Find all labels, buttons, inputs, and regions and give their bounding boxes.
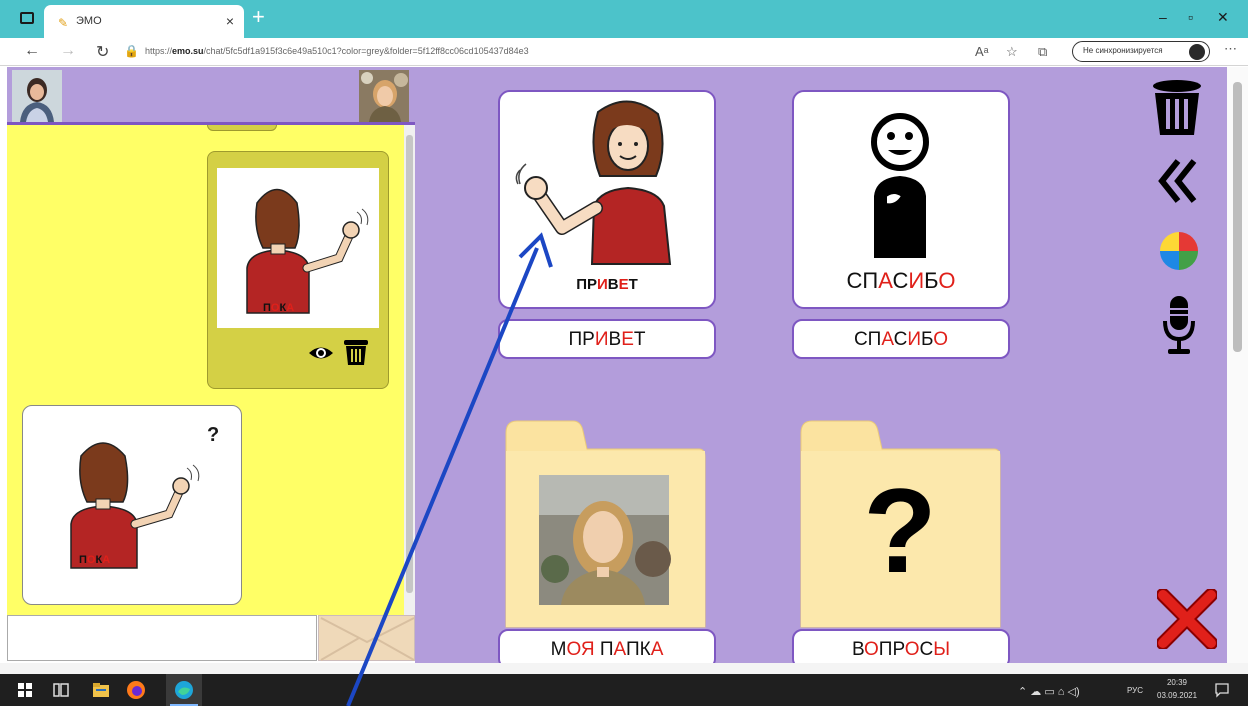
maximize-button[interactable]: ▫ <box>1188 9 1193 25</box>
caption-spasibo[interactable]: СПАСИБО <box>792 319 1010 359</box>
reload-icon[interactable]: ↻ <box>96 42 109 62</box>
firefox-icon[interactable] <box>125 679 147 701</box>
forward-icon[interactable]: → <box>60 42 76 60</box>
favorites-star-icon[interactable]: ☆ <box>1006 44 1018 60</box>
tab-close-icon[interactable]: × <box>226 13 234 29</box>
card-privet[interactable]: ПРИВЕТ <box>498 90 716 309</box>
received-card-label: ПОКА <box>79 554 111 566</box>
trash-icon[interactable] <box>1152 79 1202 137</box>
tab-title: ЭМО <box>76 15 102 27</box>
caption-spasibo-text: СПАСИБО <box>853 329 949 350</box>
send-button[interactable] <box>318 615 415 661</box>
task-view-icon[interactable] <box>50 679 72 701</box>
back-icon[interactable]: ← <box>24 42 40 60</box>
caption-privet-text: ПРИВЕТ <box>568 329 646 350</box>
girl-waving-back-pictogram <box>70 442 200 569</box>
symbol-board: ПРИВЕТ ПРИВЕТ СПАСИБО СПАСИБО МОЯ ПАПКА … <box>415 67 1227 664</box>
caption-my-folder-text: МОЯ ПАПКА <box>550 639 664 660</box>
caption-privet[interactable]: ПРИВЕТ <box>498 319 716 359</box>
chat-header <box>7 67 415 125</box>
collections-icon[interactable]: ⧉ <box>1038 44 1047 60</box>
double-chevron-left-icon[interactable] <box>1158 159 1198 203</box>
girl-waving-pictogram <box>515 100 672 265</box>
sent-message-bubble[interactable]: ПОКА <box>207 151 389 389</box>
start-icon[interactable] <box>14 679 36 701</box>
message-input[interactable] <box>7 615 317 661</box>
clock-date[interactable]: 03.09.2021 <box>1157 691 1197 700</box>
input-language[interactable]: РУС <box>1127 686 1143 695</box>
sync-status-button[interactable]: Не синхронизируется <box>1072 41 1210 62</box>
my-avatar[interactable] <box>12 70 62 122</box>
screen: ✎ ЭМО × + – ▫ ✕ ← → ↻ 🔒 https://emo.su/c… <box>0 0 1248 706</box>
sent-symbol-card: ПОКА <box>217 168 379 328</box>
clock-time[interactable]: 20:39 <box>1162 678 1192 687</box>
windows-taskbar: ⌃ ☁ ▭ ⌂ ◁) РУС 20:39 03.09.2021 <box>0 674 1248 706</box>
page-horizontal-scrollbar[interactable] <box>0 663 1248 674</box>
close-icon[interactable] <box>1157 589 1217 649</box>
address-bar: ← → ↻ 🔒 https://emo.su/chat/5fc5df1a915f… <box>0 38 1248 66</box>
color-wheel-icon[interactable] <box>1159 231 1199 271</box>
profile-avatar <box>1189 44 1205 60</box>
envelope-icon <box>320 617 415 661</box>
browser-tab-bar: ✎ ЭМО × + – ▫ ✕ <box>0 0 1248 38</box>
close-window-button[interactable]: ✕ <box>1217 9 1229 26</box>
site-favicon-icon: ✎ <box>58 16 69 30</box>
contact-avatar[interactable] <box>359 70 409 122</box>
chat-history[interactable]: ПОКА ? ПОКА <box>7 125 404 615</box>
tab-actions-icon[interactable] <box>20 12 34 24</box>
caption-questions[interactable]: ВОПРОСЫ <box>792 629 1010 664</box>
edge-taskbar-active[interactable] <box>166 674 202 706</box>
lock-icon[interactable]: 🔒 <box>124 44 139 58</box>
card-spasibo-label: СПАСИБО <box>846 268 956 293</box>
read-aloud-icon[interactable]: Aᵃ <box>975 44 989 59</box>
previous-message-bubble <box>207 125 277 131</box>
trash-icon[interactable] <box>343 338 369 366</box>
board-scrollbar[interactable] <box>1227 67 1248 664</box>
folder-my-folder[interactable] <box>503 419 707 629</box>
new-tab-button[interactable]: + <box>252 6 265 28</box>
chat-scrollbar[interactable] <box>404 125 415 615</box>
girl-waving-back-pictogram <box>246 188 369 314</box>
folder-questions[interactable]: ? <box>798 419 1002 629</box>
chat-scrollbar-thumb[interactable] <box>406 135 413 593</box>
minimize-button[interactable]: – <box>1159 9 1167 25</box>
folder-icon <box>505 420 706 628</box>
url-field[interactable]: https://emo.su/chat/5fc5df1a915f3c6e49a5… <box>145 46 529 56</box>
caption-questions-text: ВОПРОСЫ <box>851 639 951 660</box>
sent-card-label: ПОКА <box>263 302 295 314</box>
file-explorer-icon[interactable] <box>90 679 112 701</box>
card-privet-label: ПРИВЕТ <box>576 276 638 293</box>
notifications-icon[interactable] <box>1214 682 1230 698</box>
thank-you-pictogram <box>871 113 929 258</box>
card-spasibo[interactable]: СПАСИБО <box>792 90 1010 309</box>
received-message-card[interactable]: ? ПОКА <box>22 405 242 605</box>
more-menu-icon[interactable]: ⋯ <box>1224 41 1237 57</box>
browser-tab[interactable]: ✎ ЭМО × <box>44 5 244 38</box>
eye-icon[interactable] <box>308 342 334 364</box>
microphone-icon[interactable] <box>1162 295 1196 357</box>
board-scrollbar-thumb[interactable] <box>1233 82 1242 352</box>
message-actions <box>308 338 378 368</box>
question-mark-icon: ? <box>863 464 937 598</box>
caption-my-folder[interactable]: МОЯ ПАПКА <box>498 629 716 664</box>
sync-label: Не синхронизируется <box>1083 46 1163 55</box>
edge-icon <box>175 681 193 699</box>
tray-icons[interactable]: ⌃ ☁ ▭ ⌂ ◁) <box>1018 685 1080 698</box>
